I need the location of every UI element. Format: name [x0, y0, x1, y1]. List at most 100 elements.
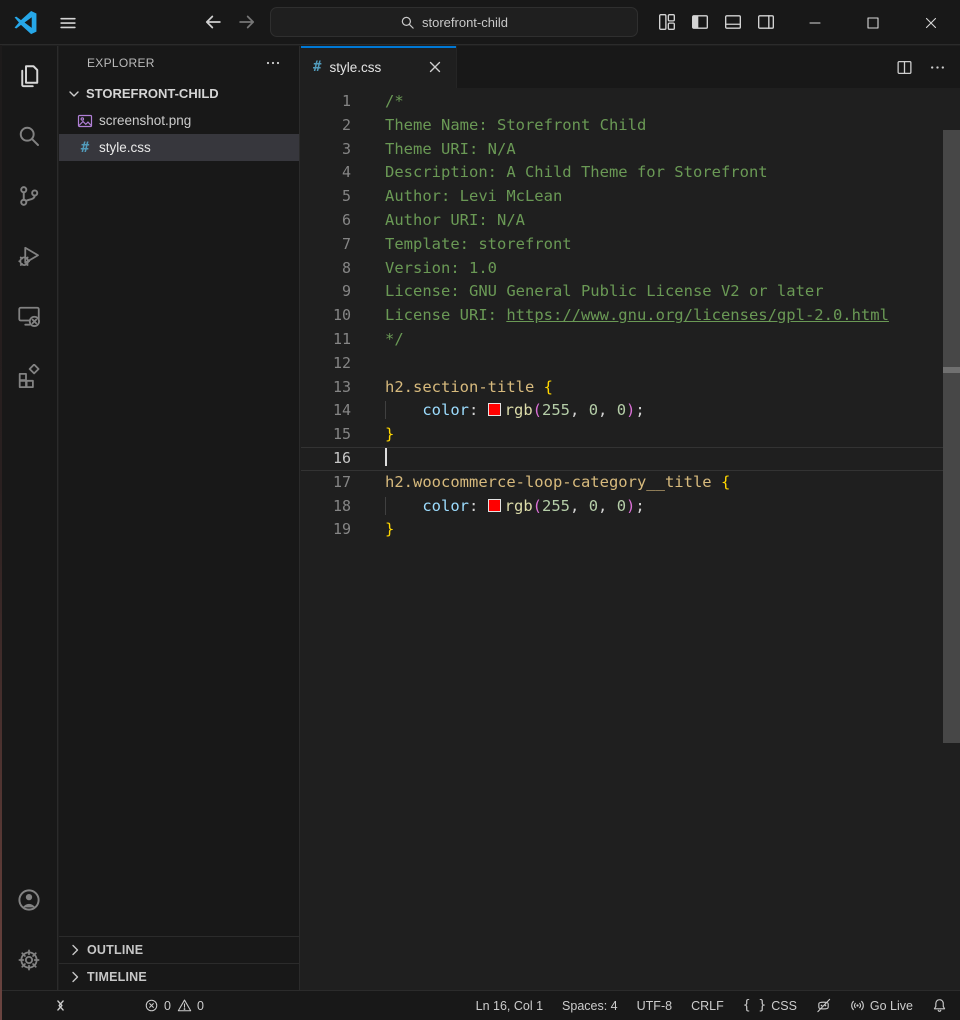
- code-line-17[interactable]: 17h2.woocommerce-loop-category__title {: [301, 471, 960, 495]
- folder-row[interactable]: STOREFRONT-CHILD: [59, 80, 299, 107]
- activity-item-source-control[interactable]: [0, 166, 57, 226]
- search-icon: [17, 124, 41, 148]
- file-name: screenshot.png: [99, 113, 191, 128]
- status-remote[interactable]: [53, 998, 68, 1013]
- file-row-style.css[interactable]: #style.css: [59, 134, 299, 161]
- line-number: 3: [301, 138, 351, 162]
- code-line-16[interactable]: 16: [301, 447, 960, 471]
- activity-item-settings[interactable]: [0, 930, 57, 990]
- minimize-icon: [807, 15, 823, 31]
- code-line-7[interactable]: 7Template: storefront: [301, 233, 960, 257]
- activity-item-extensions[interactable]: [0, 346, 57, 406]
- layout-controls: [658, 13, 775, 31]
- status-warnings[interactable]: 0: [177, 998, 204, 1013]
- status-cursor-position[interactable]: Ln 16, Col 1: [476, 999, 543, 1013]
- color-swatch[interactable]: [488, 499, 501, 512]
- maximize-button[interactable]: [844, 0, 902, 45]
- status-encoding[interactable]: UTF-8: [637, 999, 672, 1013]
- customize-layout-icon[interactable]: [658, 13, 676, 31]
- color-swatch[interactable]: [488, 403, 501, 416]
- status-label: 0: [164, 999, 171, 1013]
- status-language-mode[interactable]: { }CSS: [743, 998, 797, 1013]
- code-line-9[interactable]: 9License: GNU General Public License V2 …: [301, 280, 960, 304]
- code-line-15[interactable]: 15}: [301, 423, 960, 447]
- css-file-icon: #: [77, 140, 93, 156]
- minimize-button[interactable]: [786, 0, 844, 45]
- sidebar-header: EXPLORER: [59, 46, 299, 80]
- status-indentation[interactable]: Spaces: 4: [562, 999, 618, 1013]
- status-copilot[interactable]: [816, 998, 831, 1013]
- code-line-12[interactable]: 12: [301, 352, 960, 376]
- status-right: Ln 16, Col 1 Spaces: 4 UTF-8 CRLF { }CSS Go L…: [476, 998, 960, 1013]
- toggle-secondary-sidebar-icon[interactable]: [757, 13, 775, 31]
- nav-back-icon[interactable]: [202, 11, 224, 33]
- error-icon: [144, 998, 159, 1013]
- code-line-19[interactable]: 19}: [301, 518, 960, 542]
- remote-explorer-icon: [17, 304, 41, 328]
- command-center-search[interactable]: storefront-child: [270, 7, 638, 37]
- activity-item-accounts[interactable]: [0, 870, 57, 930]
- line-number: 16: [301, 447, 351, 471]
- close-button[interactable]: [902, 0, 960, 45]
- code-line-6[interactable]: 6Author URI: N/A: [301, 209, 960, 233]
- split-editor-icon[interactable]: [896, 59, 913, 76]
- bell-icon: [932, 998, 947, 1013]
- line-content: color: rgb(255, 0, 0);: [385, 495, 645, 519]
- status-errors[interactable]: 0: [144, 998, 171, 1013]
- line-number: 19: [301, 518, 351, 542]
- line-content: /*: [385, 90, 404, 114]
- activity-item-run-debug[interactable]: [0, 226, 57, 286]
- close-tab-icon[interactable]: [426, 58, 444, 76]
- code-lines: 1/*2Theme Name: Storefront Child3Theme U…: [301, 88, 960, 542]
- code-line-8[interactable]: 8Version: 1.0: [301, 257, 960, 281]
- code-line-5[interactable]: 5Author: Levi McLean: [301, 185, 960, 209]
- code-line-13[interactable]: 13h2.section-title {: [301, 376, 960, 400]
- status-go-live[interactable]: Go Live: [850, 998, 913, 1013]
- line-content: [385, 447, 387, 471]
- status-left: 00: [0, 998, 204, 1013]
- file-row-screenshot.png[interactable]: screenshot.png: [59, 107, 299, 134]
- code-line-11[interactable]: 11 */: [301, 328, 960, 352]
- status-eol[interactable]: CRLF: [691, 999, 724, 1013]
- status-notifications[interactable]: [932, 998, 947, 1013]
- line-number: 11: [301, 328, 351, 352]
- code-line-10[interactable]: 10 License URI: https://www.gnu.org/licen…: [301, 304, 960, 328]
- line-content: License URI: https://www.gnu.org/license…: [385, 304, 889, 328]
- status-bar: 00 Ln 16, Col 1Spaces: 4UTF-8CRLF{ }CSSG…: [0, 990, 960, 1020]
- status-label: 0: [197, 999, 204, 1013]
- copilot-disabled-icon: [816, 998, 831, 1013]
- line-number: 12: [301, 352, 351, 376]
- activity-item-explorer[interactable]: [0, 46, 57, 106]
- ellipsis-icon[interactable]: [929, 59, 946, 76]
- code-editor[interactable]: 1/*2Theme Name: Storefront Child3Theme U…: [301, 88, 960, 990]
- explorer-sidebar: EXPLORER STOREFRONT-CHILD screenshot.png…: [59, 46, 300, 990]
- chevron-right-icon: [67, 942, 83, 958]
- toggle-panel-icon[interactable]: [724, 13, 742, 31]
- code-line-3[interactable]: 3Theme URI: N/A: [301, 138, 960, 162]
- section-header-outline[interactable]: OUTLINE: [59, 936, 299, 963]
- line-content: Template: storefront: [385, 233, 572, 257]
- line-number: 4: [301, 161, 351, 185]
- activity-item-search[interactable]: [0, 106, 57, 166]
- editor-actions: [896, 46, 960, 88]
- text-cursor: [385, 448, 387, 466]
- tab-style-css[interactable]: # style.css: [301, 46, 457, 88]
- code-line-2[interactable]: 2Theme Name: Storefront Child: [301, 114, 960, 138]
- activity-item-remote-explorer[interactable]: [0, 286, 57, 346]
- braces-icon: { }: [743, 998, 766, 1013]
- line-content: */: [385, 328, 404, 352]
- ellipsis-icon[interactable]: [265, 55, 281, 71]
- nav-forward-icon[interactable]: [236, 11, 258, 33]
- maximize-icon: [865, 15, 881, 31]
- remote-indicator-icon: [53, 998, 68, 1013]
- section-header-timeline[interactable]: TIMELINE: [59, 963, 299, 990]
- code-line-14[interactable]: 14 color: rgb(255, 0, 0);: [301, 399, 960, 423]
- section-label: TIMELINE: [87, 970, 147, 984]
- menu-icon[interactable]: [58, 13, 78, 33]
- code-line-18[interactable]: 18 color: rgb(255, 0, 0);: [301, 495, 960, 519]
- line-number: 10: [301, 304, 351, 328]
- code-line-1[interactable]: 1/*: [301, 90, 960, 114]
- code-line-4[interactable]: 4Description: A Child Theme for Storefro…: [301, 161, 960, 185]
- vertical-scrollbar[interactable]: [943, 130, 960, 743]
- toggle-sidebar-icon[interactable]: [691, 13, 709, 31]
